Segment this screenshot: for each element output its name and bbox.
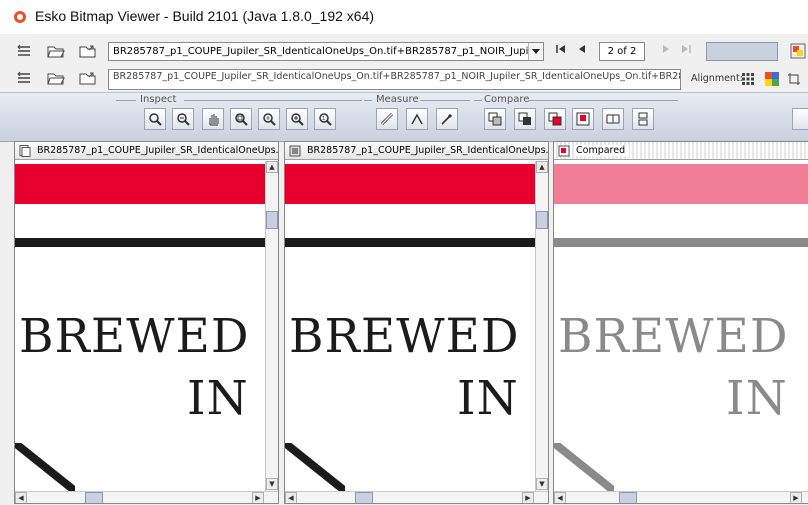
scroll-left-icon[interactable]: ◀	[15, 492, 27, 503]
bitmap-canvas-compared[interactable]: BREWED IN	[554, 161, 808, 491]
artwork-text-brewed: BREWED	[558, 309, 789, 364]
scroll-up-icon[interactable]: ▲	[536, 161, 548, 173]
title-bar: Esko Bitmap Viewer - Build 2101 (Java 1.…	[0, 0, 808, 34]
compare-highlight-icon[interactable]	[572, 108, 594, 130]
export-folder-icon-2[interactable]	[78, 68, 98, 88]
tab-compared[interactable]: Compared	[554, 142, 808, 160]
compare-group-label: Compare	[484, 94, 530, 105]
red-band	[285, 164, 535, 204]
app-icon	[14, 11, 26, 23]
color-separation-icon[interactable]	[762, 69, 782, 89]
scroll-down-icon[interactable]: ▼	[536, 478, 548, 490]
zoom-actual-icon[interactable]: 1	[314, 108, 336, 130]
page-indicator[interactable]: 2 of 2	[599, 42, 645, 61]
alignment-label: Alignment:	[691, 73, 743, 84]
magnifier-icon[interactable]	[144, 108, 166, 130]
open-folder-icon[interactable]	[46, 41, 66, 61]
bitmap-canvas-1[interactable]: BREWED IN	[15, 161, 265, 491]
vertical-scrollbar-1[interactable]: ▲ ▼	[265, 161, 278, 491]
compare-icon[interactable]	[544, 108, 566, 130]
bitmap-panel-compared: Compared BREWED IN ◀ ▶	[553, 141, 808, 504]
zoom-in-icon[interactable]	[286, 108, 308, 130]
export-folder-icon[interactable]	[78, 41, 98, 61]
scroll-left-icon[interactable]: ◀	[285, 492, 297, 503]
ribbon: Inspect 1 Measure Compare	[0, 92, 808, 142]
scroll-thumb-h[interactable]	[355, 492, 373, 503]
gray-rule	[554, 238, 808, 247]
tab-panel-1-label: BR285787_p1_COUPE_Jupiler_SR_IdenticalOn…	[37, 145, 278, 156]
artwork-text-brewed: BREWED	[19, 309, 250, 364]
zoom-out-icon[interactable]	[172, 108, 194, 130]
diagonal-stroke	[285, 443, 345, 491]
red-band	[15, 164, 265, 204]
layers-icon[interactable]	[14, 41, 34, 61]
scroll-right-icon[interactable]: ▶	[522, 492, 534, 503]
bitmap-panel-1: BR285787_p1_COUPE_Jupiler_SR_IdenticalOn…	[14, 141, 279, 504]
angle-icon[interactable]	[406, 108, 428, 130]
horizontal-scrollbar-2[interactable]: ◀ ▶	[285, 491, 548, 503]
diagonal-stroke	[15, 443, 75, 491]
scroll-right-icon[interactable]: ▶	[790, 492, 802, 503]
difference-icon[interactable]	[514, 108, 536, 130]
artwork-text-in: IN	[726, 371, 788, 426]
artwork-text-in: IN	[187, 371, 249, 426]
layers-icon-2[interactable]	[14, 68, 34, 88]
crop-icon[interactable]	[784, 69, 804, 89]
tab-compared-label: Compared	[576, 145, 630, 156]
zoom-field[interactable]	[706, 42, 778, 61]
flip-icon[interactable]	[632, 108, 654, 130]
file-combo[interactable]: BR285787_p1_COUPE_Jupiler_SR_IdenticalOn…	[108, 42, 544, 61]
diagonal-stroke	[554, 443, 614, 491]
measure-group-label: Measure	[376, 94, 419, 105]
scroll-up-icon[interactable]: ▲	[266, 161, 278, 173]
ruler-icon[interactable]	[376, 108, 398, 130]
chevron-down-icon[interactable]	[528, 43, 543, 60]
compare-files-value: BR285787_p1_COUPE_Jupiler_SR_IdenticalOn…	[113, 71, 681, 82]
prev-page-icon[interactable]	[578, 44, 586, 57]
black-rule	[285, 238, 535, 247]
artwork-text-brewed: BREWED	[289, 309, 520, 364]
inspect-group-label: Inspect	[140, 94, 177, 105]
tab-panel-2[interactable]: BR285787_p1_COUPE_Jupiler_SR_IdenticalOn…	[285, 142, 548, 160]
next-page-icon[interactable]	[662, 44, 670, 57]
tab-panel-1[interactable]: BR285787_p1_COUPE_Jupiler_SR_IdenticalOn…	[15, 142, 278, 160]
ribbon-extra-button[interactable]	[792, 108, 808, 130]
scroll-thumb-h[interactable]	[619, 492, 637, 503]
side-by-side-icon[interactable]	[602, 108, 624, 130]
red-band	[554, 164, 808, 204]
file-combo-value: BR285787_p1_COUPE_Jupiler_SR_IdenticalOn…	[113, 46, 544, 57]
zoom-region-icon[interactable]	[230, 108, 252, 130]
artwork-text-in: IN	[457, 371, 519, 426]
overlay-icon[interactable]	[484, 108, 506, 130]
file-icon	[289, 145, 301, 157]
vertical-scrollbar-2[interactable]: ▲ ▼	[535, 161, 548, 491]
zoom-fit-icon[interactable]	[258, 108, 280, 130]
alignment-grid-icon[interactable]	[738, 69, 758, 89]
scroll-right-icon[interactable]: ▶	[252, 492, 264, 503]
compare-files-field[interactable]: BR285787_p1_COUPE_Jupiler_SR_IdenticalOn…	[108, 69, 681, 90]
horizontal-scrollbar-3[interactable]: ◀ ▶	[554, 491, 808, 503]
compare-file-icon	[558, 145, 570, 157]
file-icon	[19, 145, 31, 157]
scroll-thumb[interactable]	[266, 211, 278, 229]
open-folder-icon-2[interactable]	[46, 68, 66, 88]
tab-panel-2-label: BR285787_p1_COUPE_Jupiler_SR_IdenticalOn…	[307, 145, 548, 156]
pipette-icon[interactable]	[436, 108, 458, 130]
scroll-thumb[interactable]	[536, 211, 548, 229]
black-rule	[15, 238, 265, 247]
scroll-left-icon[interactable]: ◀	[554, 492, 566, 503]
scroll-down-icon[interactable]: ▼	[266, 478, 278, 490]
scroll-thumb-h[interactable]	[85, 492, 103, 503]
bitmap-panel-2: BR285787_p1_COUPE_Jupiler_SR_IdenticalOn…	[284, 141, 549, 504]
svg-text:1: 1	[322, 116, 325, 122]
layout-icon[interactable]	[788, 41, 808, 61]
horizontal-scrollbar-1[interactable]: ◀ ▶	[15, 491, 278, 503]
first-page-icon[interactable]	[556, 44, 566, 57]
window-title: Esko Bitmap Viewer - Build 2101 (Java 1.…	[35, 8, 375, 24]
bitmap-canvas-2[interactable]: BREWED IN	[285, 161, 535, 491]
last-page-icon[interactable]	[681, 44, 691, 57]
pan-hand-icon[interactable]	[202, 108, 224, 130]
